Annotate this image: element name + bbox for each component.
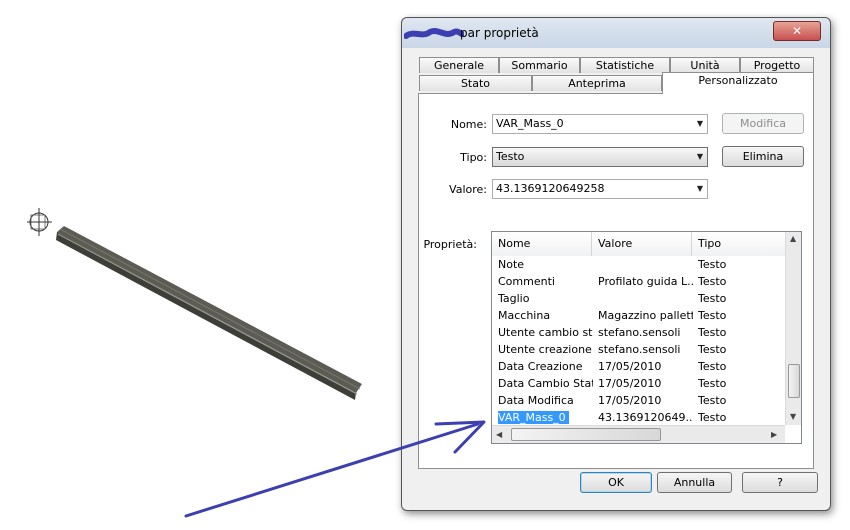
tab-personalizzato[interactable]: Personalizzato: [662, 72, 814, 94]
